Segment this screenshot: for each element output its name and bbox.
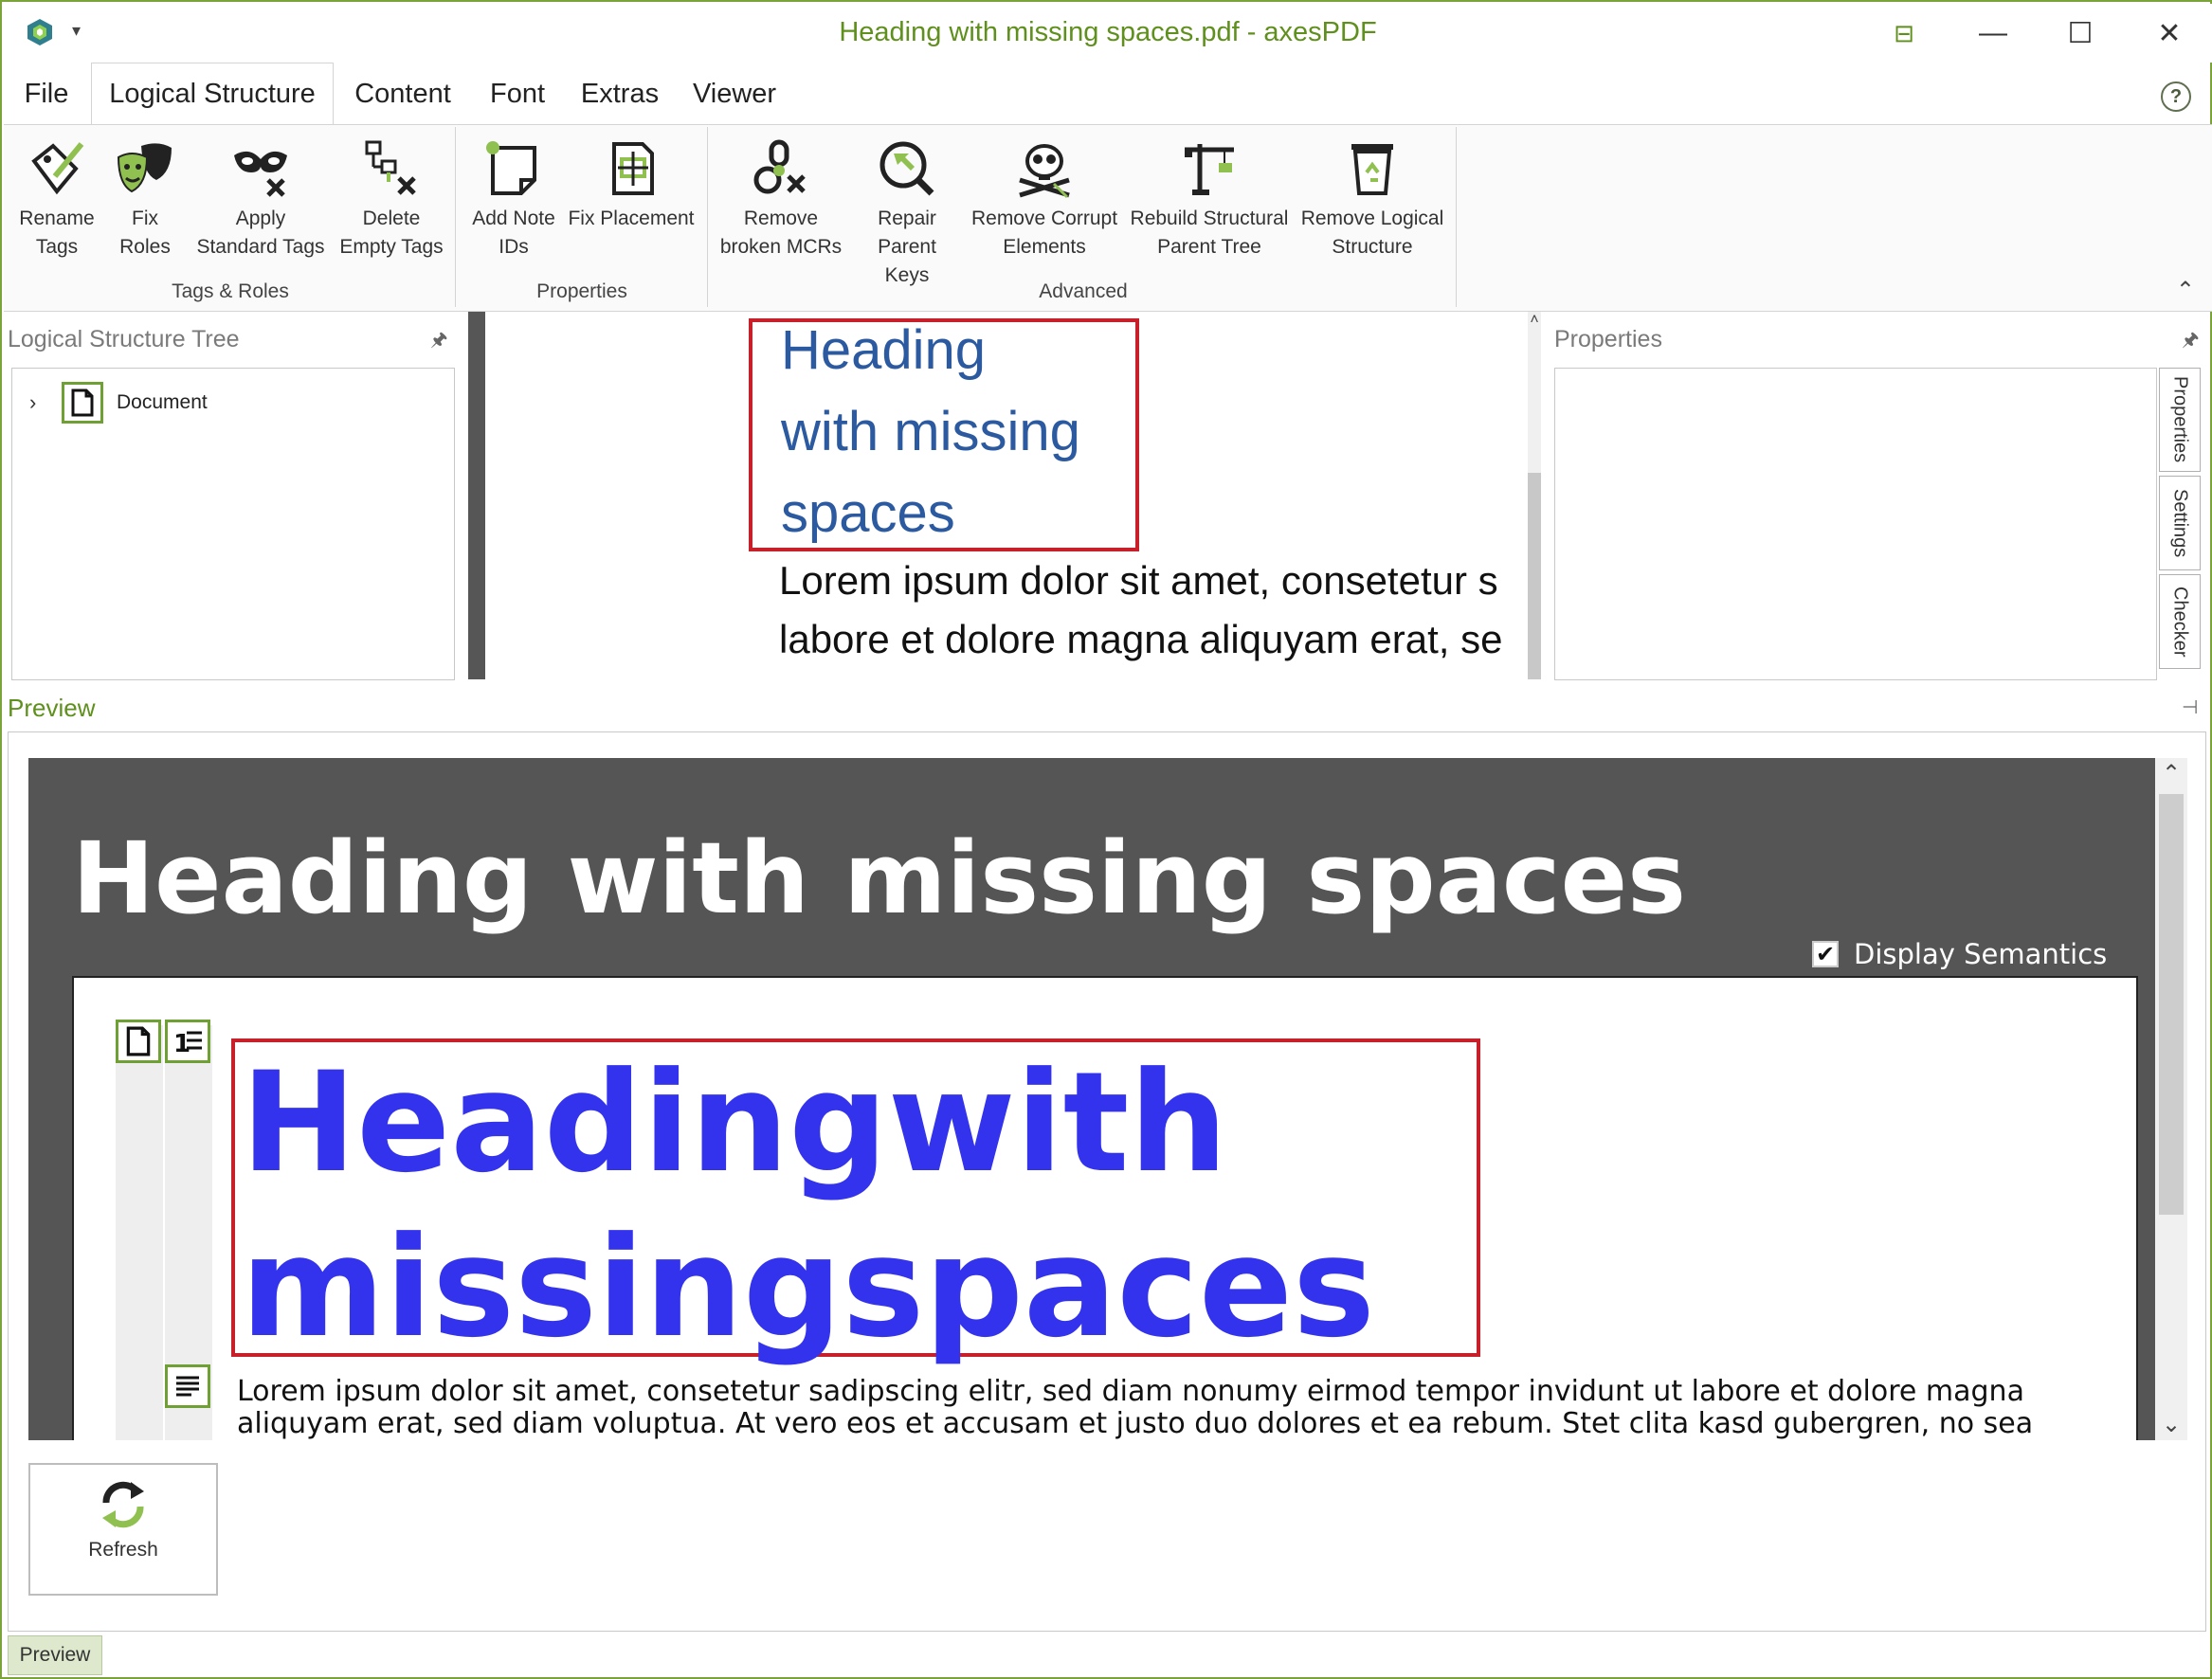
refresh-button[interactable]: Refresh [28,1463,218,1596]
side-tab-checker[interactable]: Checker [2159,574,2201,669]
rename-tags-button[interactable]: Rename Tags [8,138,106,262]
repair-arrow-icon [879,141,934,196]
preview-pane-title: Preview [8,694,96,722]
note-add-icon [486,141,536,195]
add-note-ids-button[interactable]: Add Note IDs [462,138,565,262]
bottom-tab-preview[interactable]: Preview [8,1635,102,1675]
ribbon: Rename Tags Fix Roles Apply Standard Tags [4,124,2212,312]
rebuild-structural-parent-tree-button[interactable]: Rebuild Structural Parent Tree [1128,138,1291,262]
scroll-up-icon[interactable]: ˄ [1528,312,1541,329]
side-tab-properties[interactable]: Properties [2159,368,2201,472]
app-window: ▾ Heading with missing spaces.pdf - axes… [0,0,2212,1679]
preview-page: 1 Headingwith missingspaces Lorem ipsum … [72,976,2138,1440]
tab-font[interactable]: Font [478,63,557,125]
skull-icon [1019,144,1070,199]
display-semantics-toggle[interactable]: ✔ Display Semantics [1812,938,2107,970]
tree-pane-pin-icon[interactable]: 🖈 [430,326,448,358]
remove-corrupt-elements-button[interactable]: Remove Corrupt Elements [969,138,1120,262]
document-body-text: Lorem ipsum dolor sit amet, consetetur s… [779,558,1503,661]
scrollbar-thumb[interactable] [2159,794,2184,1215]
document-view-margin [468,312,485,679]
collapse-ribbon-icon[interactable]: ⌃ [2176,277,2195,304]
preview-pane-pin-icon[interactable]: ⊣ [2182,695,2198,719]
ribbon-separator [707,127,708,307]
tab-file[interactable]: File [13,63,80,125]
minimize-button[interactable]: — [1960,9,2026,57]
group-properties-label: Properties [536,280,627,302]
refresh-icon [102,1481,144,1528]
broken-link-remove-icon [753,139,806,194]
tab-content[interactable]: Content [341,63,464,125]
preview-heading-text: Headingwith missingspaces [241,1042,1375,1368]
semantic-gutter-level-1 [116,1025,163,1440]
heading-1-tag-icon[interactable]: 1 [165,1020,210,1063]
side-tab-settings[interactable]: Settings [2159,476,2201,570]
display-semantics-checkbox[interactable]: ✔ [1812,941,1839,967]
recycle-bin-icon [1351,144,1393,195]
tab-viewer[interactable]: Viewer [682,63,787,125]
close-button[interactable]: ✕ [2136,9,2203,57]
scroll-down-icon[interactable]: ⌄ [2155,1411,2187,1438]
remove-broken-mcrs-button[interactable]: Remove broken MCRs [716,138,845,262]
document-tag-icon [62,382,103,424]
placement-icon [612,142,654,195]
logical-structure-tree: › Document [11,368,455,680]
remove-logical-structure-button[interactable]: Remove Logical Structure [1296,138,1448,262]
rename-tag-icon [31,142,84,195]
scroll-up-icon[interactable]: ⌃ [2155,760,2187,787]
heading-highlight-box [749,318,1139,551]
tree-item-label: Document [117,391,208,413]
properties-pane-title: Properties [1554,326,1662,352]
properties-panel [1554,368,2157,680]
menu-bar: File Logical Structure Content Font Extr… [4,63,2212,125]
crane-icon [1185,144,1234,195]
fix-placement-button[interactable]: Fix Placement [567,138,696,233]
restore-layout-icon[interactable]: ⊟ [1871,9,1937,57]
document-view-scrollbar[interactable]: ˄ [1528,312,1541,679]
apply-standard-tags-button[interactable]: Apply Standard Tags [193,138,328,262]
maximize-button[interactable]: ☐ [2047,9,2113,57]
refresh-label: Refresh [88,1539,158,1561]
ribbon-separator [1456,127,1457,307]
group-tags-roles-label: Tags & Roles [172,280,289,302]
fix-roles-button[interactable]: Fix Roles [104,138,186,262]
side-tab-strip: Properties Settings Checker [2159,368,2201,680]
preview-page-title: Heading with missing spaces [72,821,1686,936]
tab-logical-structure[interactable]: Logical Structure [91,63,334,125]
group-advanced-label: Advanced [1039,280,1128,302]
paragraph-tag-icon[interactable] [165,1364,210,1408]
preview-scrollbar[interactable]: ⌃ ⌄ [2155,758,2187,1440]
tab-extras[interactable]: Extras [571,63,669,125]
display-semantics-label: Display Semantics [1854,938,2108,970]
repair-parent-keys-button[interactable]: Repair Parent Keys [853,138,961,290]
document-tag-icon[interactable] [116,1020,161,1063]
tree-pane-title: Logical Structure Tree [8,326,240,352]
preview-canvas: Heading with missing spaces ✔ Display Se… [28,758,2155,1440]
title-bar: ▾ Heading with missing spaces.pdf - axes… [4,4,2212,63]
delete-empty-tags-button[interactable]: Delete Empty Tags [335,138,447,262]
mask-remove-icon [234,151,287,197]
scrollbar-thumb[interactable] [1528,473,1541,679]
expand-chevron-icon[interactable]: › [29,390,48,415]
properties-pane-pin-icon[interactable]: 🖈 [2182,326,2200,358]
tree-delete-icon [365,140,416,195]
preview-body-text: Lorem ipsum dolor sit amet, consetetur s… [237,1375,2034,1441]
tree-item-document[interactable]: › Document [29,382,208,424]
help-icon[interactable]: ? [2161,81,2191,112]
ribbon-separator [455,127,456,307]
theater-masks-icon [117,143,172,193]
